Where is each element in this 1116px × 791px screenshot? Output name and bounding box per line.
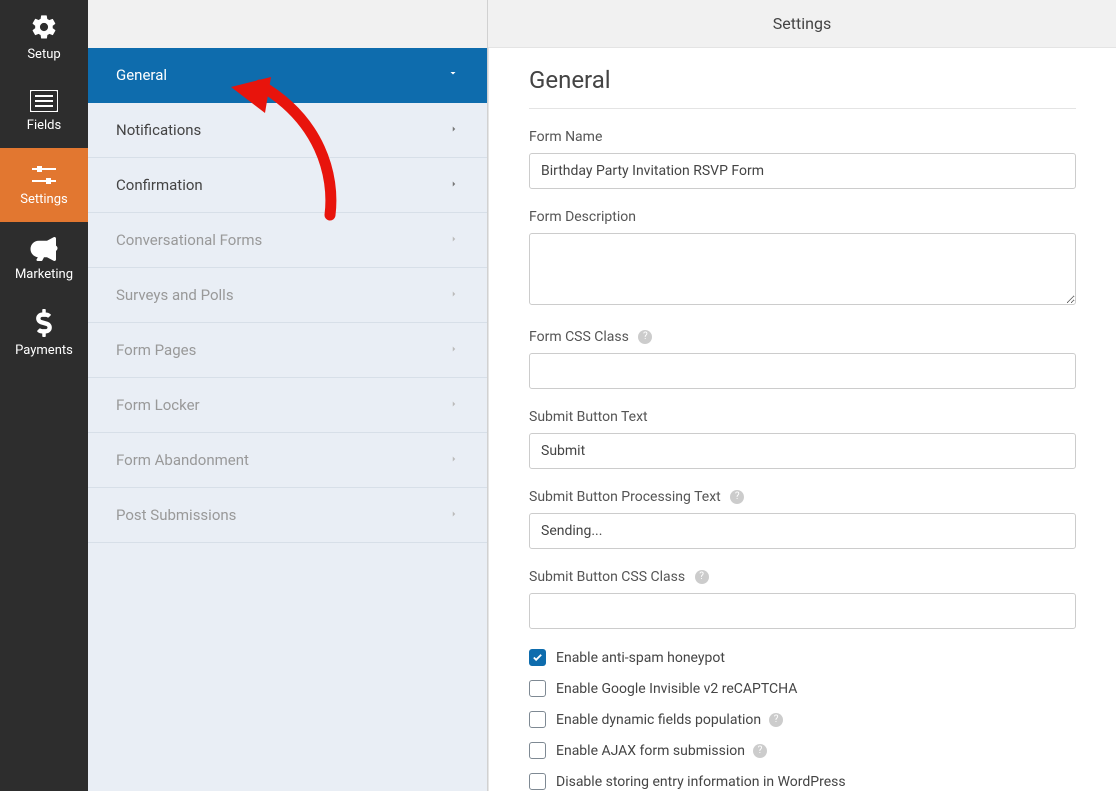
help-icon[interactable]: ? xyxy=(638,330,652,344)
submit-processing-label: Submit Button Processing Text ? xyxy=(529,489,1076,505)
nav-item-settings[interactable]: Settings xyxy=(0,148,88,222)
nav-item-payments[interactable]: Payments xyxy=(0,296,88,370)
panel-item-form-abandonment[interactable]: Form Abandonment xyxy=(88,433,487,488)
panel-item-form-locker[interactable]: Form Locker xyxy=(88,378,487,433)
chevron-right-icon xyxy=(449,398,459,413)
submit-css-label: Submit Button CSS Class ? xyxy=(529,569,1076,585)
help-icon[interactable]: ? xyxy=(753,744,767,758)
page-title: Settings xyxy=(773,14,831,33)
section-heading: General xyxy=(529,66,1076,109)
panel-item-post-submissions[interactable]: Post Submissions xyxy=(88,488,487,543)
list-icon xyxy=(30,90,58,112)
panel-item-label: Surveys and Polls xyxy=(116,286,234,304)
panel-item-surveys-and-polls[interactable]: Surveys and Polls xyxy=(88,268,487,323)
chevron-right-icon xyxy=(449,178,459,193)
topbar: Settings xyxy=(488,0,1116,48)
nav-label: Setup xyxy=(27,47,60,62)
checkbox[interactable] xyxy=(529,680,546,697)
chevron-right-icon xyxy=(449,123,459,138)
form-name-input[interactable] xyxy=(529,153,1076,189)
checkbox-label: Enable anti-spam honeypot xyxy=(556,650,725,666)
field-submit-processing: Submit Button Processing Text ? xyxy=(529,489,1076,549)
checkbox-label: Disable storing entry information in Wor… xyxy=(556,774,846,790)
content-area: Settings General Form Name Form Descript… xyxy=(488,0,1116,791)
panel-item-notifications[interactable]: Notifications xyxy=(88,103,487,158)
field-form-description: Form Description xyxy=(529,209,1076,309)
checkbox-row[interactable]: Enable dynamic fields population? xyxy=(529,711,1076,728)
settings-panel: General Notifications Confirmation Conversa… xyxy=(88,0,488,791)
panel-item-conversational-forms[interactable]: Conversational Forms xyxy=(88,213,487,268)
form-description-label: Form Description xyxy=(529,209,1076,225)
panel-item-label: Form Locker xyxy=(116,396,200,414)
form-name-label: Form Name xyxy=(529,129,1076,145)
checkbox-row[interactable]: Enable Google Invisible v2 reCAPTCHA xyxy=(529,680,1076,697)
form-description-input[interactable] xyxy=(529,233,1076,305)
form-css-input[interactable] xyxy=(529,353,1076,389)
nav-item-setup[interactable]: Setup xyxy=(0,0,88,74)
help-icon[interactable]: ? xyxy=(695,570,709,584)
panel-gap xyxy=(88,0,487,48)
checkbox-row[interactable]: Enable AJAX form submission? xyxy=(529,742,1076,759)
checkbox-label: Enable Google Invisible v2 reCAPTCHA xyxy=(556,681,797,697)
checkbox[interactable] xyxy=(529,773,546,790)
panel-item-general[interactable]: General xyxy=(88,48,487,103)
field-form-css-class: Form CSS Class ? xyxy=(529,329,1076,389)
submit-processing-input[interactable] xyxy=(529,513,1076,549)
chevron-right-icon xyxy=(449,233,459,248)
help-icon[interactable]: ? xyxy=(769,713,783,727)
nav-label: Marketing xyxy=(15,267,73,282)
panel-item-label: Form Pages xyxy=(116,341,196,359)
dollar-icon xyxy=(35,309,53,337)
panel-item-label: Confirmation xyxy=(116,176,203,194)
checkbox-label: Enable dynamic fields population xyxy=(556,712,761,728)
panel-item-label: General xyxy=(116,66,167,84)
checkbox-row[interactable]: Enable anti-spam honeypot xyxy=(529,649,1076,666)
panel-item-label: Post Submissions xyxy=(116,506,236,524)
checkbox[interactable] xyxy=(529,649,546,666)
panel-item-form-pages[interactable]: Form Pages xyxy=(88,323,487,378)
nav-item-fields[interactable]: Fields xyxy=(0,74,88,148)
nav-label: Fields xyxy=(27,118,61,133)
panel-item-label: Notifications xyxy=(116,121,201,139)
field-form-name: Form Name xyxy=(529,129,1076,189)
checkbox[interactable] xyxy=(529,742,546,759)
chevron-right-icon xyxy=(449,288,459,303)
submit-text-label: Submit Button Text xyxy=(529,409,1076,425)
panel-item-label: Form Abandonment xyxy=(116,451,249,469)
field-submit-text: Submit Button Text xyxy=(529,409,1076,469)
checkbox-label: Enable AJAX form submission xyxy=(556,743,745,759)
field-submit-css: Submit Button CSS Class ? xyxy=(529,569,1076,629)
help-icon[interactable]: ? xyxy=(730,490,744,504)
chevron-right-icon xyxy=(449,343,459,358)
panel-item-label: Conversational Forms xyxy=(116,231,262,249)
nav-label: Settings xyxy=(20,192,67,207)
chevron-right-icon xyxy=(449,453,459,468)
submit-text-input[interactable] xyxy=(529,433,1076,469)
form-css-label: Form CSS Class ? xyxy=(529,329,1076,345)
sliders-icon xyxy=(30,164,58,186)
gear-icon xyxy=(30,13,58,41)
checkbox-row[interactable]: Disable storing entry information in Wor… xyxy=(529,773,1076,790)
nav-item-marketing[interactable]: Marketing xyxy=(0,222,88,296)
bullhorn-icon xyxy=(30,237,58,261)
submit-css-input[interactable] xyxy=(529,593,1076,629)
left-nav: Setup Fields Settings Marketing Payments xyxy=(0,0,88,791)
chevron-right-icon xyxy=(449,508,459,523)
chevron-down-icon xyxy=(447,67,459,83)
checkbox[interactable] xyxy=(529,711,546,728)
nav-label: Payments xyxy=(15,343,73,358)
panel-item-confirmation[interactable]: Confirmation xyxy=(88,158,487,213)
